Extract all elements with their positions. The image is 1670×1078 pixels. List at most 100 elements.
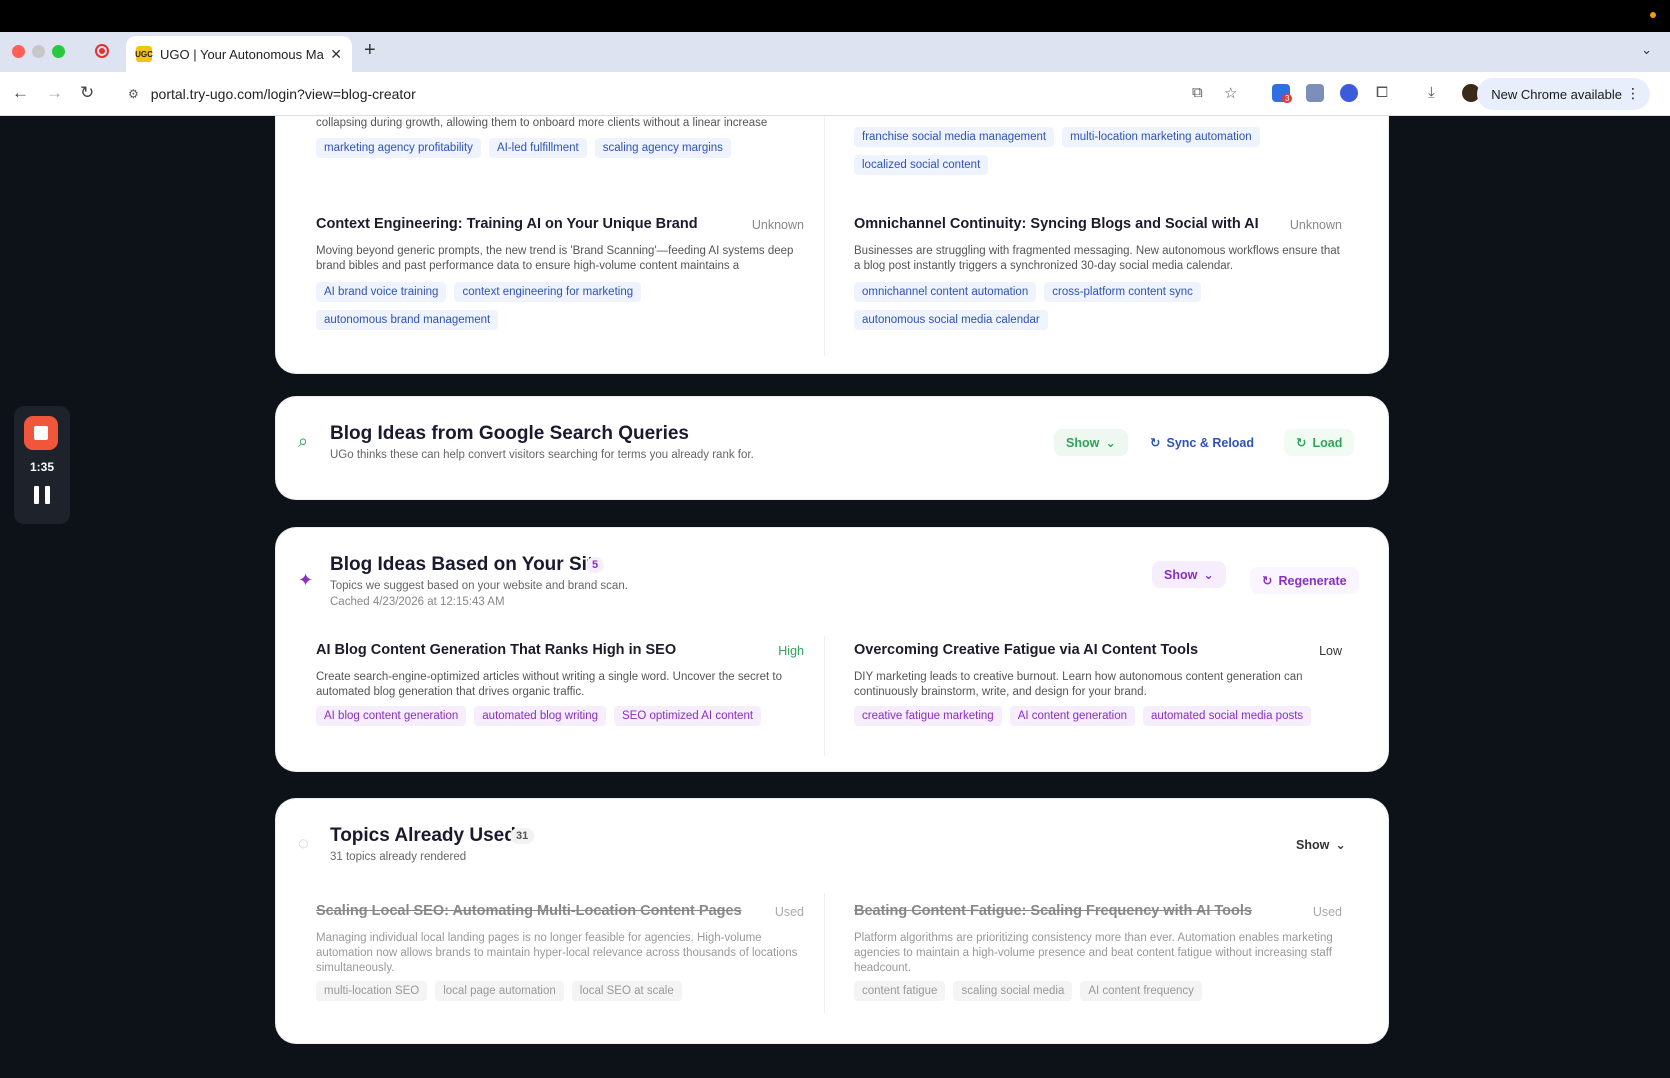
idea-title: Overcoming Creative Fatigue via AI Conte… xyxy=(854,642,1199,658)
refresh-icon: ↻ xyxy=(1296,436,1307,450)
show-toggle-button[interactable]: Show ⌄ xyxy=(1284,831,1358,858)
search-volume-label: Unknown xyxy=(751,218,804,232)
address-bar[interactable]: ⚙ portal.try-ugo.com/login?view=blog-cre… xyxy=(116,78,1326,110)
chevron-down-icon: ⌄ xyxy=(1203,568,1214,582)
close-window-button[interactable] xyxy=(12,45,25,58)
idea-card[interactable]: AI Blog Content Generation That Ranks Hi… xyxy=(316,642,824,742)
keyword-tag: scaling social media xyxy=(953,981,1073,1001)
maximize-window-button[interactable] xyxy=(52,45,65,58)
regenerate-button[interactable]: ↻ Regenerate xyxy=(1250,567,1359,594)
recording-timer: 1:35 xyxy=(29,460,55,474)
idea-title: Omnichannel Continuity: Syncing Blogs an… xyxy=(854,216,1259,232)
chrome-update-button[interactable]: New Chrome available ⋮ xyxy=(1477,78,1650,110)
show-toggle-button[interactable]: Show ⌄ xyxy=(1152,561,1226,588)
keyword-tag: omnichannel content automation xyxy=(854,282,1037,302)
browser-tab[interactable]: UGC UGO | Your Autonomous Mark ✕ xyxy=(126,36,352,72)
keyword-tag: franchise social media management xyxy=(854,127,1055,147)
page-content: 1:35 collapsing during growth, allowing … xyxy=(0,116,1670,1078)
used-topics-card: ◌ Topics Already Used 31 31 topics alrea… xyxy=(276,799,1388,1043)
idea-desc: Moving beyond generic prompts, the new t… xyxy=(316,245,794,272)
keyword-tag: autonomous brand management xyxy=(316,310,499,330)
sync-reload-button[interactable]: ↻ Sync & Reload xyxy=(1138,429,1266,456)
stop-recording-button[interactable] xyxy=(24,416,58,450)
search-icon: ⌕ xyxy=(298,431,309,451)
keyword-tag: marketing agency profitability xyxy=(316,138,481,158)
show-label: Show xyxy=(1164,567,1198,582)
chrome-update-label: New Chrome available xyxy=(1491,86,1622,102)
keyword-tag: AI content frequency xyxy=(1080,981,1202,1001)
download-icon[interactable]: ⤓ xyxy=(1428,84,1435,101)
bookmark-star-icon[interactable]: ☆ xyxy=(1224,84,1237,102)
back-icon[interactable]: ← xyxy=(12,83,29,103)
load-label: Load xyxy=(1312,435,1343,450)
sparkle-icon: ✦ xyxy=(298,570,314,590)
site-settings-icon[interactable]: ⚙ xyxy=(128,87,139,101)
google-queries-card: ⌕ Blog Ideas from Google Search Queries … xyxy=(276,397,1388,499)
search-volume-label: Unknown xyxy=(1289,218,1342,232)
keyword-tag: creative fatigue marketing xyxy=(854,706,1002,726)
idea-card[interactable]: Omnichannel Continuity: Syncing Blogs an… xyxy=(854,216,1362,336)
keyword-tag: scaling agency margins xyxy=(594,138,731,158)
tab-search-icon[interactable]: ⌄ xyxy=(1641,42,1652,58)
reload-icon[interactable]: ↻ xyxy=(80,83,94,103)
keyword-tag: multi-location SEO xyxy=(316,981,428,1001)
keyword-tag: multi-location marketing automation xyxy=(1062,127,1260,147)
close-tab-icon[interactable]: ✕ xyxy=(330,46,342,63)
keyword-tag: automated blog writing xyxy=(474,706,606,726)
section-title: Blog Ideas Based on Your Site xyxy=(330,554,604,575)
new-tab-icon[interactable]: + xyxy=(364,39,376,62)
keyword-tag: SEO optimized AI content xyxy=(614,706,762,726)
keyword-tag: context engineering for marketing xyxy=(454,282,642,302)
tab-strip: UGC UGO | Your Autonomous Mark ✕ + ⌄ xyxy=(0,32,1670,72)
idea-desc: Managing individual local landing pages … xyxy=(316,932,798,974)
load-button[interactable]: ↻ Load xyxy=(1284,429,1355,456)
keyword-tag: AI content generation xyxy=(1009,706,1136,726)
chevron-down-icon: ⌄ xyxy=(1105,436,1116,450)
section-subtitle: 31 topics already rendered xyxy=(330,851,467,863)
sync-label: Sync & Reload xyxy=(1166,435,1255,450)
count-badge: 5 xyxy=(586,557,605,573)
cached-timestamp: Cached 4/23/2026 at 12:15:43 AM xyxy=(330,596,505,608)
used-topic-card[interactable]: Scaling Local SEO: Automating Multi-Loca… xyxy=(316,903,824,1013)
idea-desc: Platform algorithms are prioritizing con… xyxy=(854,932,1333,974)
forward-icon[interactable]: → xyxy=(46,83,63,103)
idea-card[interactable]: Overcoming Creative Fatigue via AI Conte… xyxy=(854,642,1362,742)
used-topic-card[interactable]: Beating Content Fatigue: Scaling Frequen… xyxy=(854,903,1362,1013)
extensions-puzzle-icon[interactable]: ⧠ xyxy=(1376,84,1388,101)
keyword-tag: AI brand voice training xyxy=(316,282,447,302)
idea-title: Scaling Local SEO: Automating Multi-Loca… xyxy=(316,903,742,919)
keyword-tag: AI-led fulfillment xyxy=(488,138,587,158)
pause-recording-icon[interactable] xyxy=(34,486,50,504)
screen-recorder-widget: 1:35 xyxy=(14,406,70,524)
keyword-tag: content fatigue xyxy=(854,981,946,1001)
check-circle-icon: ◌ xyxy=(298,833,309,853)
minimize-window-button[interactable] xyxy=(32,45,45,58)
install-app-icon[interactable]: ⧉ xyxy=(1192,84,1203,101)
section-subtitle: Topics we suggest based on your website … xyxy=(330,580,628,592)
os-menu-bar xyxy=(0,0,1670,32)
keyword-tag: AI blog content generation xyxy=(316,706,467,726)
more-menu-icon[interactable]: ⋮ xyxy=(1626,85,1640,102)
search-volume-label: High xyxy=(778,644,804,658)
section-title: Blog Ideas from Google Search Queries xyxy=(330,423,689,444)
idea-title: Context Engineering: Training AI on Your… xyxy=(316,216,698,232)
idea-desc: DIY marketing leads to creative burnout.… xyxy=(854,671,1303,698)
refresh-icon: ↻ xyxy=(1262,574,1273,588)
section-subtitle: UGo thinks these can help convert visito… xyxy=(330,449,754,461)
idea-card[interactable]: Context Engineering: Training AI on Your… xyxy=(316,216,824,336)
extension-icon-2[interactable] xyxy=(1306,84,1324,102)
search-volume-label: Low xyxy=(1319,644,1342,658)
show-label: Show xyxy=(1066,435,1100,450)
site-ideas-card: ✦ Blog Ideas Based on Your Site 5 Topics… xyxy=(276,528,1388,771)
url-text: portal.try-ugo.com/login?view=blog-creat… xyxy=(150,86,416,102)
used-label: Used xyxy=(774,905,804,919)
favicon: UGC xyxy=(135,46,153,62)
keyword-tag: localized social content xyxy=(854,155,989,175)
used-label: Used xyxy=(1312,905,1342,919)
show-label: Show xyxy=(1296,837,1330,852)
show-toggle-button[interactable]: Show ⌄ xyxy=(1054,429,1128,456)
trending-ideas-card: collapsing during growth, allowing them … xyxy=(276,116,1388,373)
tab-title: UGO | Your Autonomous Mark xyxy=(160,46,325,62)
keyword-tag: cross-platform content sync xyxy=(1044,282,1201,302)
extension-icon-3[interactable] xyxy=(1340,84,1358,102)
